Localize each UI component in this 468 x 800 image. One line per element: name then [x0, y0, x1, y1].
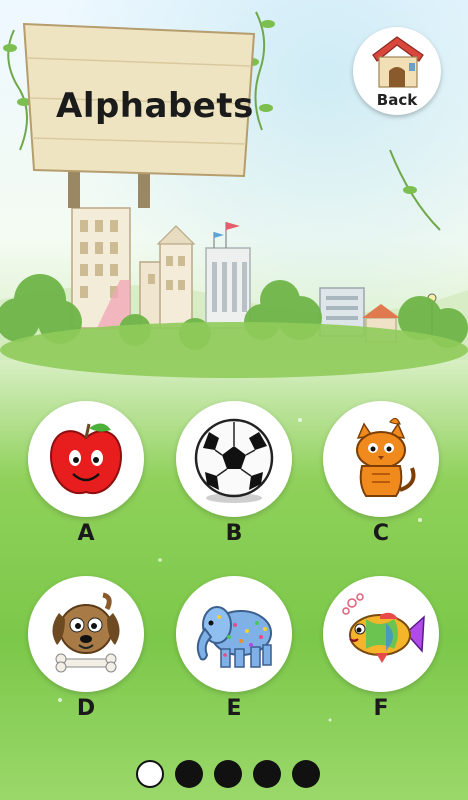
tile-circle: [323, 401, 439, 517]
alphabet-tile-b[interactable]: B: [176, 401, 292, 551]
alphabets-screen: Alphabets Back A B C D E F: [0, 0, 468, 800]
fish-icon: [342, 593, 425, 663]
cat-icon: [356, 417, 416, 497]
tile-circle: [28, 576, 144, 692]
page-dot-4[interactable]: [253, 760, 281, 788]
soccer-ball-icon: [194, 418, 274, 503]
tile-circle: [28, 401, 144, 517]
tile-circle: [176, 401, 292, 517]
page-dot-5[interactable]: [292, 760, 320, 788]
alphabet-tile-a[interactable]: A: [28, 401, 144, 551]
page-dot-1[interactable]: [136, 760, 164, 788]
house-icon: [372, 36, 424, 88]
apple-icon: [49, 423, 123, 495]
page-dot-2[interactable]: [175, 760, 203, 788]
back-label: Back: [376, 91, 418, 109]
back-button[interactable]: Back: [353, 27, 441, 115]
tile-letter: A: [77, 521, 95, 546]
tile-circle: [323, 576, 439, 692]
tile-letter: B: [225, 521, 243, 546]
tile-letter: E: [226, 696, 242, 721]
tile-letter: D: [76, 696, 96, 721]
elephant-icon: [196, 606, 272, 668]
page-dot-3[interactable]: [214, 760, 242, 788]
alphabet-tile-d[interactable]: D: [28, 576, 144, 726]
tile-letter: C: [372, 521, 390, 546]
page-indicator: [0, 760, 468, 790]
dog-icon: [52, 592, 120, 673]
alphabet-tile-c[interactable]: C: [323, 401, 439, 551]
alphabet-tile-f[interactable]: F: [323, 576, 439, 726]
title-signboard: Alphabets: [20, 18, 256, 208]
tile-letter: F: [373, 696, 389, 721]
alphabet-tile-e[interactable]: E: [176, 576, 292, 726]
page-title: Alphabets: [56, 86, 254, 126]
tile-circle: [176, 576, 292, 692]
